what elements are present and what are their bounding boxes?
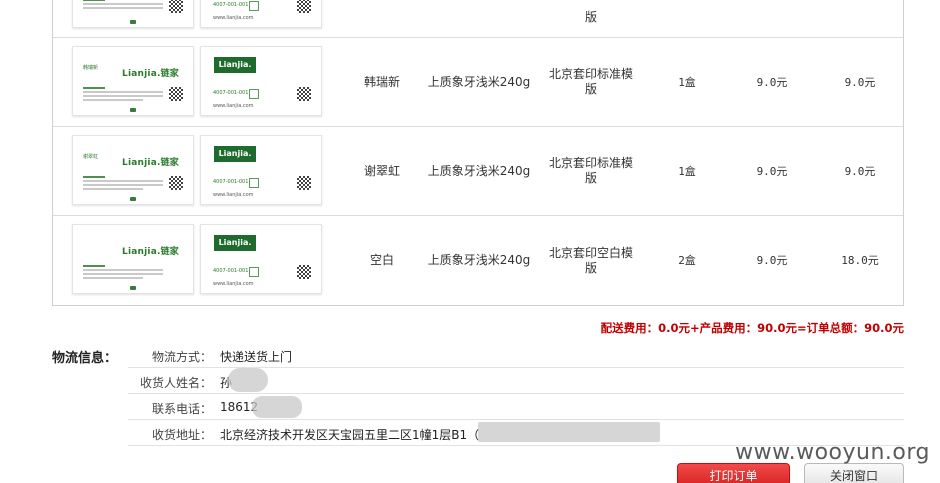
subtotal-cell: 9.0元 xyxy=(844,75,876,89)
redaction-mask xyxy=(252,396,302,418)
quantity-cell: 2盒 xyxy=(678,254,696,267)
logistics-method-row: 物流方式： 快递送货上门 xyxy=(128,342,904,368)
table-row: Lianjia.链家 韩瑞新 Lianjia. 4007-001-001 www… xyxy=(53,38,903,127)
card-person-name: 韩瑞新 xyxy=(83,65,99,71)
address-value: 北京经济技术开发区天宝园五里二区1幢1层B1（ xyxy=(220,428,480,442)
address-label: 收货地址： xyxy=(151,428,212,442)
order-items-table: 4007-001-001 www.lianjia.com 版 Lianjia.链… xyxy=(52,0,904,306)
redaction-mask xyxy=(228,368,268,392)
logistics-title: 物流信息： xyxy=(52,351,118,366)
card-back-preview[interactable]: Lianjia. 4007-001-001 www.lianjia.com xyxy=(200,135,322,205)
brand-logo: Lianjia. xyxy=(214,146,256,162)
phone-label: 联系电话： xyxy=(151,402,212,416)
qr-code-icon xyxy=(297,265,311,279)
card-front-preview xyxy=(72,0,194,28)
paper-cell: 上质象牙浅米240g xyxy=(427,74,531,89)
subtotal-cell: 9.0元 xyxy=(844,164,876,178)
card-back-preview[interactable]: Lianjia. 4007-001-001 www.lianjia.com xyxy=(200,46,322,116)
order-total-summary: 配送费用：0.0元+产品费用：90.0元=订单总额：90.0元 xyxy=(600,321,904,335)
unit-price-cell: 9.0元 xyxy=(756,254,788,267)
card-phone: 4007-001-001 xyxy=(213,268,249,274)
card-url: www.lianjia.com xyxy=(213,103,254,109)
print-order-button[interactable]: 打印订单 xyxy=(677,463,790,483)
phone-row: 联系电话： 18612 xyxy=(128,394,904,420)
table-row: Lianjia.链家 Lianjia. 4007-001-001 www.lia… xyxy=(53,216,903,305)
brand-logo: Lianjia. xyxy=(214,235,256,251)
card-front-preview[interactable]: Lianjia.链家 xyxy=(72,224,194,294)
qr-code-icon xyxy=(297,0,311,13)
quantity-cell: 1盒 xyxy=(678,164,696,178)
card-person-name: 谢翠虹 xyxy=(83,154,99,160)
qr-code-icon xyxy=(169,0,183,13)
card-back-preview: 4007-001-001 www.lianjia.com xyxy=(200,0,322,28)
paper-cell: 上质象牙浅米240g xyxy=(427,163,531,178)
template-cell: 北京套印标准模版 xyxy=(548,156,633,185)
qr-code-icon xyxy=(297,176,311,190)
logistics-method-label: 物流方式： xyxy=(151,350,212,364)
card-front-preview[interactable]: Lianjia.链家 韩瑞新 xyxy=(72,46,194,116)
house-icon xyxy=(249,89,259,99)
brand-logo: Lianjia.链家 xyxy=(122,158,179,168)
house-icon xyxy=(249,178,259,188)
recipient-name-row: 收货人姓名： 孙 xyxy=(128,368,904,394)
name-cell: 空白 xyxy=(369,253,394,267)
card-phone: 4007-001-001 xyxy=(213,179,249,185)
close-window-button[interactable]: 关闭窗口 xyxy=(804,463,904,483)
unit-price-cell: 9.0元 xyxy=(756,164,788,178)
brand-logo: Lianjia. xyxy=(214,57,256,73)
card-url: www.lianjia.com xyxy=(213,281,254,287)
unit-price-cell: 9.0元 xyxy=(756,75,788,89)
watermark: www.wooyun.org xyxy=(735,440,930,465)
logistics-method-value: 快递送货上门 xyxy=(220,350,293,364)
table-row: Lianjia.链家 谢翠虹 Lianjia. 4007-001-001 www… xyxy=(53,127,903,216)
brand-logo: Lianjia.链家 xyxy=(122,247,179,257)
card-phone: 4007-001-001 xyxy=(213,90,249,96)
card-url: www.lianjia.com xyxy=(213,192,254,198)
house-icon xyxy=(249,267,259,277)
name-cell: 谢翠虹 xyxy=(363,163,400,178)
template-cell: 北京套印空白模版 xyxy=(548,245,633,275)
qr-code-icon xyxy=(297,87,311,101)
qr-code-icon xyxy=(169,176,183,190)
quantity-cell: 1盒 xyxy=(678,75,696,89)
name-cell: 韩瑞新 xyxy=(363,74,400,89)
card-front-preview[interactable]: Lianjia.链家 谢翠虹 xyxy=(72,135,194,205)
template-cell: 北京套印标准模版 xyxy=(548,67,633,96)
card-phone: 4007-001-001 xyxy=(213,2,249,8)
subtotal-cell: 18.0元 xyxy=(841,254,879,267)
qr-code-icon xyxy=(169,87,183,101)
card-back-preview[interactable]: Lianjia. 4007-001-001 www.lianjia.com xyxy=(200,224,322,294)
card-url: www.lianjia.com xyxy=(213,15,254,21)
table-row: 4007-001-001 www.lianjia.com 版 xyxy=(53,0,903,38)
house-icon xyxy=(249,1,259,11)
template-cell: 版 xyxy=(584,10,597,24)
brand-logo: Lianjia.链家 xyxy=(122,69,179,79)
redaction-mask xyxy=(478,422,660,442)
paper-cell: 上质象牙浅米240g xyxy=(427,253,531,267)
recipient-name-label: 收货人姓名： xyxy=(139,376,212,390)
